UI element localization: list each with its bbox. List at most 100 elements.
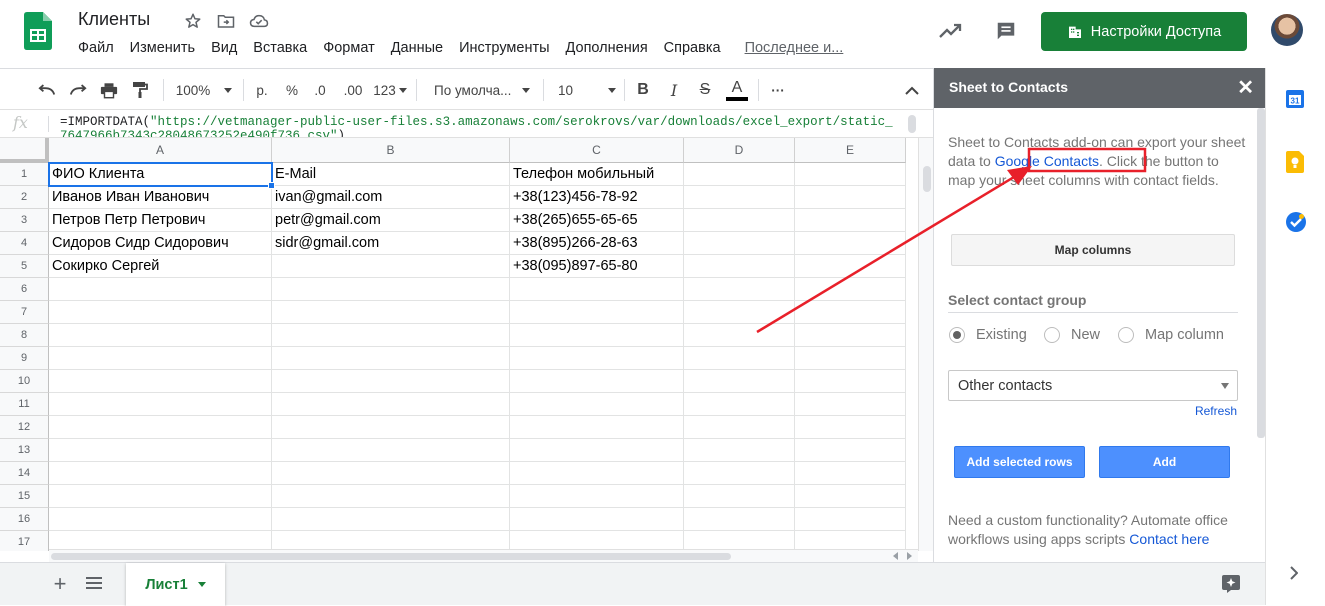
cell-c5[interactable]: +38(095)897-65-80 bbox=[510, 255, 684, 278]
row-header[interactable]: 9 bbox=[0, 347, 49, 370]
bold-button[interactable]: B bbox=[631, 77, 655, 103]
cell-d12[interactable] bbox=[684, 416, 795, 439]
refresh-link[interactable]: Refresh bbox=[1195, 404, 1237, 418]
scroll-right-icon[interactable] bbox=[907, 552, 912, 560]
cell-d6[interactable] bbox=[684, 278, 795, 301]
cell-c17[interactable] bbox=[510, 531, 684, 551]
cell-a16[interactable] bbox=[49, 508, 272, 531]
redo-icon[interactable] bbox=[65, 77, 91, 103]
column-header-d[interactable]: D bbox=[684, 138, 795, 163]
menu-addons[interactable]: Дополнения bbox=[558, 40, 656, 56]
cell-e16[interactable] bbox=[795, 508, 906, 531]
cell-e14[interactable] bbox=[795, 462, 906, 485]
radio-new[interactable]: New bbox=[1044, 327, 1100, 343]
row-header[interactable]: 17 bbox=[0, 531, 49, 551]
cell-e10[interactable] bbox=[795, 370, 906, 393]
cell-b8[interactable] bbox=[272, 324, 510, 347]
row-header[interactable]: 10 bbox=[0, 370, 49, 393]
panel-scrollbar[interactable] bbox=[1257, 108, 1265, 438]
cell-e8[interactable] bbox=[795, 324, 906, 347]
cell-b17[interactable] bbox=[272, 531, 510, 551]
cell-b2[interactable]: ivan@gmail.com bbox=[272, 186, 510, 209]
cell-a14[interactable] bbox=[49, 462, 272, 485]
cell-b11[interactable] bbox=[272, 393, 510, 416]
calendar-icon[interactable]: 31 bbox=[1285, 89, 1305, 114]
cell-b5[interactable] bbox=[272, 255, 510, 278]
comment-icon[interactable] bbox=[995, 20, 1017, 42]
cell-d14[interactable] bbox=[684, 462, 795, 485]
cell-e15[interactable] bbox=[795, 485, 906, 508]
percent-format-button[interactable]: % bbox=[281, 77, 303, 103]
cell-d10[interactable] bbox=[684, 370, 795, 393]
add-selected-rows-button[interactable]: Add selected rows bbox=[954, 446, 1085, 478]
cell-b7[interactable] bbox=[272, 301, 510, 324]
cell-b1[interactable]: E-Mail bbox=[272, 163, 510, 186]
decrease-decimal-button[interactable]: .0 bbox=[308, 77, 332, 103]
cell-d8[interactable] bbox=[684, 324, 795, 347]
formula-input[interactable]: =IMPORTDATA("https://vetmanager-public-u… bbox=[60, 115, 900, 137]
cell-d4[interactable] bbox=[684, 232, 795, 255]
cell-c12[interactable] bbox=[510, 416, 684, 439]
cell-c15[interactable] bbox=[510, 485, 684, 508]
cell-e5[interactable] bbox=[795, 255, 906, 278]
cell-d9[interactable] bbox=[684, 347, 795, 370]
cell-a7[interactable] bbox=[49, 301, 272, 324]
cell-d17[interactable] bbox=[684, 531, 795, 551]
zoom-select[interactable]: 100% bbox=[172, 77, 236, 103]
menu-help[interactable]: Справка bbox=[656, 40, 729, 56]
cell-b16[interactable] bbox=[272, 508, 510, 531]
more-options-button[interactable]: ··· bbox=[765, 77, 791, 103]
add-button[interactable]: Add bbox=[1099, 446, 1230, 478]
cell-c11[interactable] bbox=[510, 393, 684, 416]
cell-d7[interactable] bbox=[684, 301, 795, 324]
cell-a12[interactable] bbox=[49, 416, 272, 439]
cell-b4[interactable]: sidr@gmail.com bbox=[272, 232, 510, 255]
cell-e7[interactable] bbox=[795, 301, 906, 324]
last-edit-link[interactable]: Последнее и... bbox=[729, 40, 852, 56]
horizontal-scroll-thumb[interactable] bbox=[51, 553, 731, 560]
more-formats-button[interactable]: 123 bbox=[370, 77, 410, 103]
cell-e9[interactable] bbox=[795, 347, 906, 370]
cell-a5[interactable]: Сокирко Сергей bbox=[49, 255, 272, 278]
cell-d16[interactable] bbox=[684, 508, 795, 531]
strikethrough-button[interactable]: S bbox=[693, 77, 717, 103]
cell-c13[interactable] bbox=[510, 439, 684, 462]
sheets-logo-icon[interactable] bbox=[24, 12, 52, 50]
radio-map-column[interactable]: Map column bbox=[1118, 327, 1224, 343]
add-sheet-icon[interactable]: + bbox=[50, 571, 70, 596]
paint-format-icon[interactable] bbox=[127, 77, 153, 103]
cell-c1[interactable]: Телефон мобильный bbox=[510, 163, 684, 186]
print-icon[interactable] bbox=[96, 77, 122, 103]
avatar[interactable] bbox=[1271, 14, 1303, 46]
cell-c6[interactable] bbox=[510, 278, 684, 301]
all-sheets-icon[interactable] bbox=[86, 576, 102, 592]
cell-e17[interactable] bbox=[795, 531, 906, 551]
row-header[interactable]: 8 bbox=[0, 324, 49, 347]
collapse-toolbar-icon[interactable] bbox=[899, 77, 925, 103]
cell-a11[interactable] bbox=[49, 393, 272, 416]
close-icon[interactable]: ✕ bbox=[1237, 78, 1254, 98]
menu-file[interactable]: Файл bbox=[70, 40, 122, 56]
column-header-b[interactable]: B bbox=[272, 138, 510, 163]
cell-b14[interactable] bbox=[272, 462, 510, 485]
currency-format-button[interactable]: р. bbox=[250, 77, 274, 103]
row-header[interactable]: 3 bbox=[0, 209, 49, 232]
row-header[interactable]: 11 bbox=[0, 393, 49, 416]
scroll-left-icon[interactable] bbox=[893, 552, 898, 560]
horizontal-scrollbar[interactable] bbox=[49, 549, 918, 562]
undo-icon[interactable] bbox=[34, 77, 60, 103]
italic-button[interactable]: I bbox=[662, 77, 686, 103]
cell-a9[interactable] bbox=[49, 347, 272, 370]
cell-b3[interactable]: petr@gmail.com bbox=[272, 209, 510, 232]
cell-b13[interactable] bbox=[272, 439, 510, 462]
text-color-button[interactable]: A bbox=[724, 77, 750, 103]
vertical-scrollbar[interactable] bbox=[918, 138, 933, 551]
cell-c16[interactable] bbox=[510, 508, 684, 531]
tasks-icon[interactable] bbox=[1285, 211, 1307, 238]
column-header-c[interactable]: C bbox=[510, 138, 684, 163]
spreadsheet-grid[interactable]: A B C D E 1 ФИО Клиента E-Mail Телефон мобильный… bbox=[0, 138, 918, 551]
cell-d11[interactable] bbox=[684, 393, 795, 416]
menu-insert[interactable]: Вставка bbox=[245, 40, 315, 56]
menu-edit[interactable]: Изменить bbox=[122, 40, 203, 56]
select-all-corner[interactable] bbox=[0, 138, 49, 163]
